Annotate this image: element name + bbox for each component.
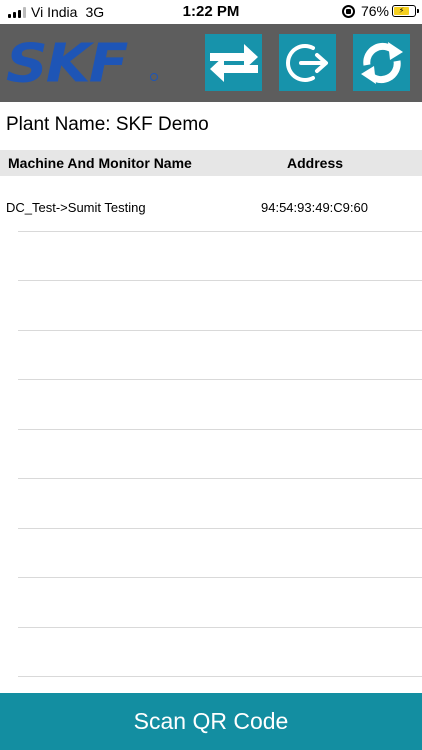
table-row (18, 281, 422, 331)
battery-percent: 76% (360, 3, 389, 19)
machine-list: DC_Test->Sumit Testing 94:54:93:49:C9:60 (0, 182, 422, 677)
orientation-lock-icon (341, 4, 355, 18)
table-row (18, 578, 422, 628)
table-header: Machine And Monitor Name Address (0, 150, 422, 176)
table-row (18, 628, 422, 677)
app-header: SKF (0, 24, 422, 102)
logout-button[interactable] (279, 34, 336, 91)
table-row (18, 232, 422, 281)
row-machine-name: DC_Test->Sumit Testing (6, 200, 146, 215)
plant-name: Plant Name: SKF Demo (6, 114, 209, 135)
skf-logo: SKF (6, 31, 158, 95)
table-row (18, 380, 422, 430)
battery-icon: ⚡ (392, 5, 419, 17)
status-right: 76% ⚡ (341, 3, 419, 19)
row-address: 94:54:93:49:C9:60 (261, 200, 368, 215)
registered-mark-icon (150, 73, 158, 81)
table-row[interactable]: DC_Test->Sumit Testing 94:54:93:49:C9:60 (6, 182, 422, 232)
column-header-address: Address (287, 155, 344, 171)
refresh-icon (360, 41, 403, 84)
status-bar: Vi India 3G 1:22 PM 76% ⚡ (0, 0, 422, 24)
table-row (18, 479, 422, 529)
column-header-name: Machine And Monitor Name (8, 155, 192, 171)
scan-qr-code-button[interactable]: Scan QR Code (0, 693, 422, 750)
table-row (18, 331, 422, 380)
logo-text: SKF (6, 31, 128, 95)
table-row (18, 529, 422, 578)
transfer-button[interactable] (205, 34, 262, 91)
table-row (18, 430, 422, 479)
logout-icon (285, 43, 328, 82)
refresh-button[interactable] (353, 34, 410, 91)
transfer-arrows-icon (209, 43, 258, 82)
